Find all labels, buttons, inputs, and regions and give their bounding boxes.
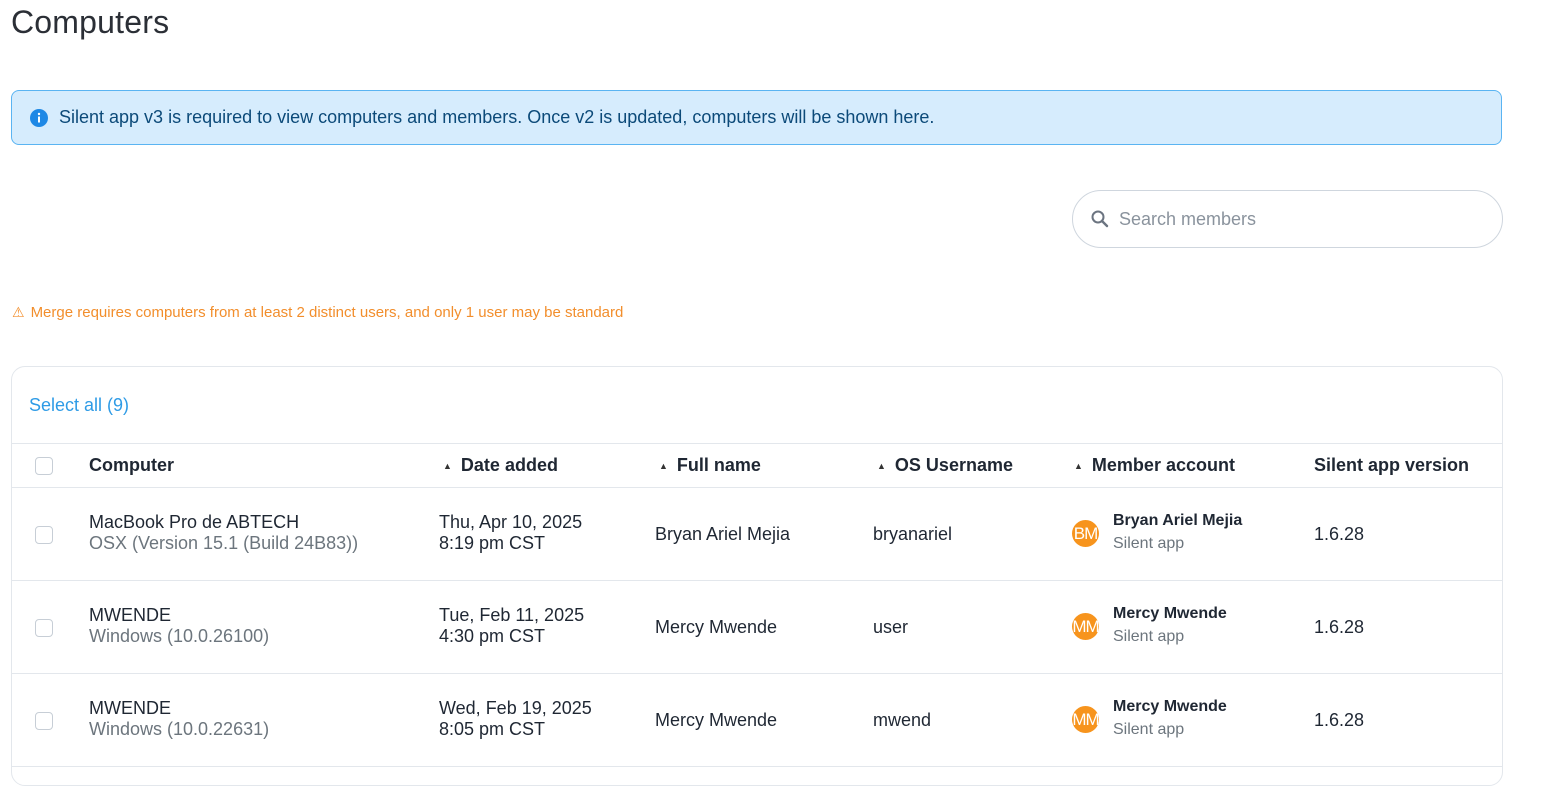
- computer-cell: MacBook Pro de ABTECH OSX (Version 15.1 …: [89, 512, 358, 554]
- table-header: Computer ▲ Date added ▲ Full name ▲ OS U…: [12, 443, 1502, 488]
- computer-os: Windows (10.0.26100): [89, 626, 270, 646]
- full-name-cell: Mercy Mwende: [655, 617, 778, 637]
- info-banner: Silent app v3 is required to view comput…: [11, 90, 1502, 145]
- table-row[interactable]: MacBook Pro de ABTECH OSX (Version 15.1 …: [12, 488, 1502, 581]
- row-checkbox[interactable]: [35, 526, 53, 544]
- date-added-date: Thu, Apr 10, 2025: [439, 512, 583, 532]
- computer-name: MWENDE: [89, 698, 171, 718]
- sort-asc-icon: ▲: [659, 460, 668, 471]
- select-all-checkbox[interactable]: [35, 457, 53, 475]
- member-name[interactable]: Bryan Ariel Mejia: [1113, 512, 1242, 530]
- computer-os: OSX (Version 15.1 (Build 24B83)): [89, 533, 359, 553]
- computer-os: Windows (10.0.22631): [89, 719, 270, 739]
- member-avatar: MM: [1072, 706, 1099, 733]
- app-version-cell: 1.6.28: [1314, 617, 1365, 637]
- date-added-date: Tue, Feb 11, 2025: [439, 605, 585, 625]
- column-header-os-username[interactable]: ▲ OS Username: [877, 444, 1013, 487]
- computer-cell: MWENDE Windows (10.0.22631): [89, 698, 269, 740]
- os-username-cell: user: [873, 617, 909, 637]
- date-added-date: Wed, Feb 19, 2025: [439, 698, 592, 718]
- date-added-time: 4:30 pm CST: [439, 626, 546, 646]
- date-added-time: 8:19 pm CST: [439, 533, 546, 553]
- app-version-cell: 1.6.28: [1314, 524, 1365, 544]
- full-name-cell: Mercy Mwende: [655, 710, 778, 730]
- merge-warning-text: Merge requires computers from at least 2…: [30, 304, 624, 321]
- column-header-computer[interactable]: Computer: [89, 444, 174, 487]
- date-added-cell: Tue, Feb 11, 2025 4:30 pm CST: [439, 605, 584, 647]
- column-header-member-account[interactable]: ▲ Member account: [1074, 444, 1235, 487]
- warning-icon: ⚠: [12, 304, 25, 320]
- member-avatar: BM: [1072, 520, 1099, 547]
- full-name-cell: Bryan Ariel Mejia: [655, 524, 791, 544]
- date-added-cell: Thu, Apr 10, 2025 8:19 pm CST: [439, 512, 582, 554]
- computer-cell: MWENDE Windows (10.0.26100): [89, 605, 269, 647]
- member-account-cell: Mercy Mwende Silent app: [1113, 698, 1227, 739]
- member-type: Silent app: [1113, 535, 1185, 552]
- table-row[interactable]: MWENDE Windows (10.0.22631) Wed, Feb 19,…: [12, 674, 1502, 767]
- merge-warning: ⚠ Merge requires computers from at least…: [12, 304, 623, 321]
- member-type: Silent app: [1113, 628, 1185, 645]
- date-added-cell: Wed, Feb 19, 2025 8:05 pm CST: [439, 698, 592, 740]
- computer-name: MacBook Pro de ABTECH: [89, 512, 300, 532]
- row-checkbox[interactable]: [35, 712, 53, 730]
- date-added-time: 8:05 pm CST: [439, 719, 546, 739]
- banner-message: Silent app v3 is required to view comput…: [59, 107, 935, 127]
- member-avatar: MM: [1072, 613, 1099, 640]
- row-checkbox[interactable]: [35, 619, 53, 637]
- column-header-app-version[interactable]: Silent app version: [1314, 444, 1469, 487]
- member-type: Silent app: [1113, 721, 1185, 738]
- os-username-cell: mwend: [873, 710, 932, 730]
- page-title: Computers: [11, 4, 170, 40]
- column-header-full-name[interactable]: ▲ Full name: [659, 444, 761, 487]
- sort-asc-icon: ▲: [1074, 460, 1083, 471]
- sort-asc-icon: ▲: [877, 460, 886, 471]
- member-name[interactable]: Mercy Mwende: [1113, 698, 1227, 716]
- sort-asc-icon: ▲: [443, 460, 452, 471]
- table-row[interactable]: MWENDE Windows (10.0.26100) Tue, Feb 11,…: [12, 581, 1502, 674]
- search-members-input[interactable]: [1117, 207, 1481, 231]
- member-account-cell: Bryan Ariel Mejia Silent app: [1113, 512, 1242, 553]
- computer-name: MWENDE: [89, 605, 171, 625]
- info-icon: [30, 108, 48, 127]
- select-all-link[interactable]: Select all (9): [29, 395, 129, 416]
- member-account-cell: Mercy Mwende Silent app: [1113, 605, 1227, 646]
- search-members-box[interactable]: [1072, 190, 1503, 248]
- app-version-cell: 1.6.28: [1314, 710, 1365, 730]
- computers-table: Select all (9) Computer ▲ Date added ▲ F…: [11, 366, 1503, 786]
- search-icon: [1090, 209, 1110, 229]
- os-username-cell: bryanariel: [873, 524, 953, 544]
- member-name[interactable]: Mercy Mwende: [1113, 605, 1227, 623]
- column-header-date-added[interactable]: ▲ Date added: [443, 444, 558, 487]
